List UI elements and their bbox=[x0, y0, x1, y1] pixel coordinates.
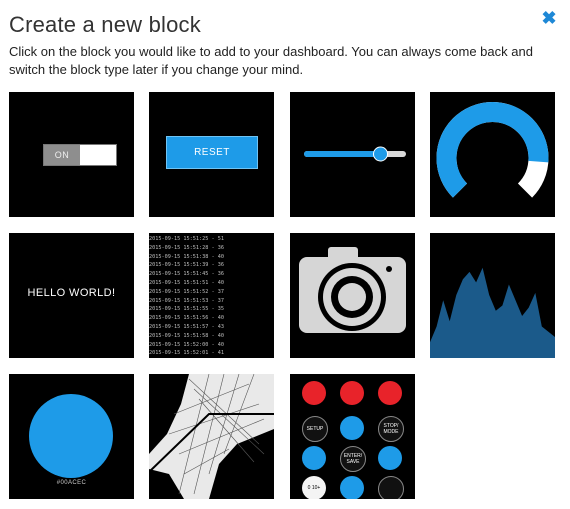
toggle-on-label: ON bbox=[44, 145, 80, 165]
block-text[interactable]: HELLO WORLD! bbox=[9, 233, 134, 358]
remote-button bbox=[340, 381, 364, 405]
block-color[interactable]: #00ACEC bbox=[9, 374, 134, 499]
block-momentary-button[interactable]: RESET bbox=[149, 92, 274, 217]
remote-button: SETUP bbox=[302, 416, 328, 442]
stream-line: 2015-09-15 15:51:25 - 51 bbox=[149, 236, 224, 242]
block-map[interactable] bbox=[149, 374, 274, 499]
dialog-title: Create a new block bbox=[9, 12, 201, 37]
slider-preview bbox=[304, 146, 406, 162]
stream-line: 2015-09-15 15:51:28 - 36 bbox=[149, 244, 224, 251]
remote-button: STOP/ MODE bbox=[378, 416, 404, 442]
stream-line: 2015-09-15 15:51:57 - 43 bbox=[149, 323, 224, 330]
remote-button bbox=[340, 476, 364, 499]
stream-line: 2015-09-15 15:52:01 - 41 bbox=[149, 350, 224, 357]
stream-line: 2015-09-15 15:51:55 - 35 bbox=[149, 306, 224, 313]
block-chart[interactable] bbox=[430, 233, 555, 358]
block-remote[interactable]: SETUP STOP/ MODE ENTER/ SAVE 0 10+ bbox=[290, 374, 415, 499]
block-image[interactable] bbox=[290, 233, 415, 358]
stream-line: 2015-09-15 15:51:52 - 37 bbox=[149, 288, 224, 295]
stream-line: 2015-09-15 15:51:45 - 36 bbox=[149, 271, 224, 278]
block-gauge[interactable] bbox=[430, 92, 555, 217]
color-hex-label: #00ACEC bbox=[56, 480, 87, 486]
stream-line: 2015-09-15 15:51:38 - 40 bbox=[149, 253, 224, 260]
camera-icon bbox=[299, 247, 406, 333]
remote-button bbox=[378, 446, 402, 470]
remote-button bbox=[302, 381, 326, 405]
block-stream[interactable]: 2015-09-15 15:51:25 - 51 2015-09-15 15:51… bbox=[149, 233, 274, 358]
toggle-switch: ON bbox=[43, 144, 117, 166]
remote-button bbox=[378, 381, 402, 405]
gauge-preview bbox=[436, 102, 549, 198]
stream-line: 2015-09-15 15:51:56 - 40 bbox=[149, 315, 224, 322]
remote-button bbox=[378, 476, 404, 499]
block-toggle[interactable]: ON bbox=[9, 92, 134, 217]
stream-line: 2015-09-15 15:51:58 - 40 bbox=[149, 332, 224, 339]
remote-button bbox=[340, 416, 364, 440]
text-preview: HELLO WORLD! bbox=[27, 287, 116, 299]
block-slider[interactable] bbox=[290, 92, 415, 217]
area-chart-preview bbox=[430, 267, 555, 358]
stream-line: 2015-09-15 15:51:53 - 37 bbox=[149, 297, 224, 304]
close-icon[interactable]: ✖ bbox=[541, 9, 557, 27]
stream-line: 2015-09-15 15:52:00 - 40 bbox=[149, 341, 224, 348]
remote-button: 0 10+ bbox=[302, 476, 326, 499]
stream-line: 2015-09-15 15:51:51 - 40 bbox=[149, 279, 224, 286]
remote-button bbox=[302, 446, 326, 470]
stream-log: 2015-09-15 15:51:25 - 51 2015-09-15 15:51… bbox=[149, 235, 274, 358]
dialog-description: Click on the block you would like to add… bbox=[9, 44, 533, 77]
reset-button-preview: RESET bbox=[166, 136, 258, 169]
stream-line: 2015-09-15 15:51:39 - 36 bbox=[149, 262, 224, 269]
remote-button: ENTER/ SAVE bbox=[340, 446, 366, 472]
map-icon bbox=[149, 374, 274, 499]
